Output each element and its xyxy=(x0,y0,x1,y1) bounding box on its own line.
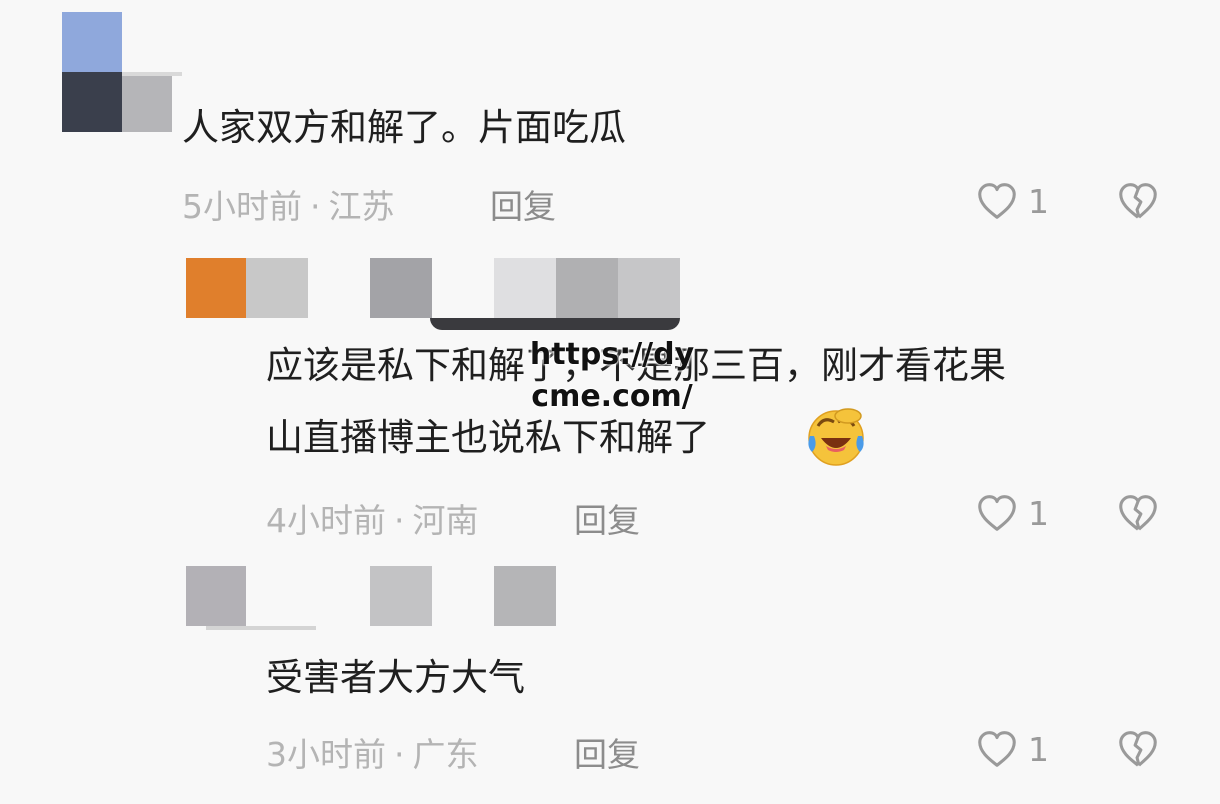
heart-icon xyxy=(978,183,1016,219)
like-count: 1 xyxy=(1028,181,1049,221)
comment-text: 人家双方和解了。片面吃瓜 xyxy=(182,106,626,149)
like-button[interactable]: 1 xyxy=(974,726,1049,772)
comment-meta: 4小时前 · 河南 xyxy=(266,494,479,542)
comment-time: 3小时前 xyxy=(266,735,386,774)
like-count: 1 xyxy=(1028,493,1049,533)
reply-button[interactable]: 回复 xyxy=(574,494,640,542)
broken-heart-icon[interactable] xyxy=(1114,178,1162,224)
comment-location: 河南 xyxy=(412,501,479,540)
comment-meta: 3小时前 · 广东 xyxy=(266,728,479,776)
broken-heart-icon[interactable] xyxy=(1114,726,1162,772)
broken-heart-icon[interactable] xyxy=(1114,490,1162,536)
laughing-crying-emoji-icon xyxy=(808,408,864,466)
watermark-line-2: cme.com/ xyxy=(531,379,693,414)
comment-time: 4小时前 xyxy=(266,501,386,540)
heart-icon xyxy=(978,731,1016,767)
comment-time: 5小时前 xyxy=(182,187,302,226)
comment-text-line-2: 山直播博主也说私下和解了 xyxy=(266,416,710,459)
comment-meta: 5小时前 · 江苏 xyxy=(182,180,395,228)
comment-location: 广东 xyxy=(412,735,479,774)
meta-separator: · xyxy=(310,187,321,226)
like-button[interactable]: 1 xyxy=(974,178,1049,224)
watermark-url: https://dy cme.com/ xyxy=(512,334,712,418)
meta-separator: · xyxy=(394,735,405,774)
watermark-line-1: https://dy xyxy=(529,337,695,372)
reply-button[interactable]: 回复 xyxy=(574,728,640,776)
reply-button[interactable]: 回复 xyxy=(490,180,556,228)
comment-location: 江苏 xyxy=(328,187,395,226)
heart-icon xyxy=(978,495,1016,531)
meta-separator: · xyxy=(394,501,405,540)
comment-text: 受害者大方大气 xyxy=(266,656,525,699)
like-count: 1 xyxy=(1028,729,1049,769)
like-button[interactable]: 1 xyxy=(974,490,1049,536)
